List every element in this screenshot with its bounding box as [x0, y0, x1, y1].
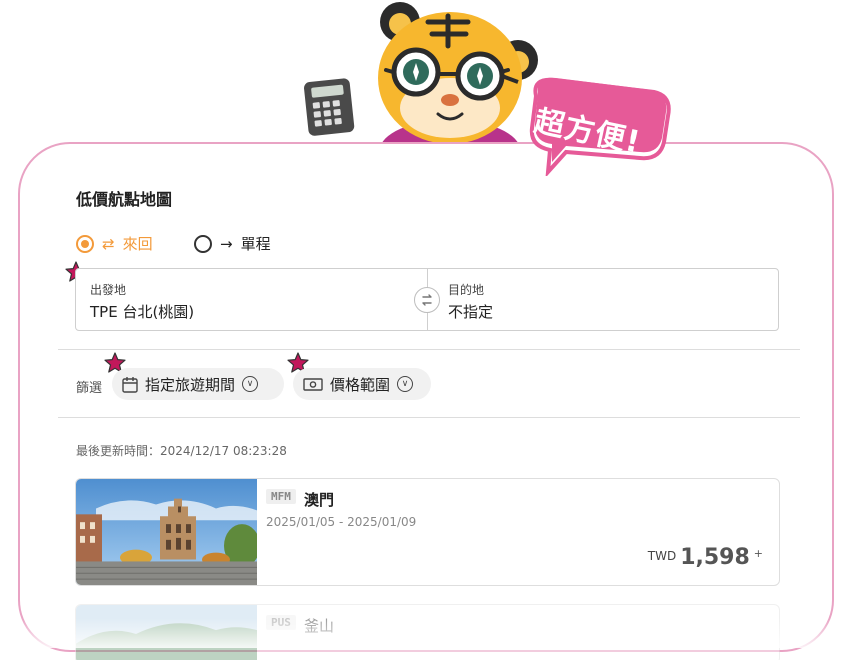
calendar-icon: [122, 376, 138, 393]
busan-photo: [76, 605, 257, 660]
radio-selected[interactable]: [76, 234, 94, 253]
divider: [58, 417, 800, 418]
destination-label: 目的地: [448, 283, 485, 297]
origin-label: 出發地: [90, 283, 127, 297]
swap-icon[interactable]: [414, 287, 440, 313]
origin-value: TPE 台北(桃園): [90, 303, 195, 321]
travel-period-label: 指定旅遊期間: [145, 375, 236, 394]
destination-card[interactable]: MFM 澳門 2025/01/05 - 2025/01/09 TWD 1,598…: [75, 478, 780, 586]
airport-code-badge: PUS: [266, 615, 296, 630]
travel-period-filter[interactable]: 指定旅遊期間 ∨: [112, 368, 284, 400]
route-selector: 出發地 TPE 台北(桃園) 目的地 不指定: [75, 268, 779, 331]
price-range-label: 價格範圍: [330, 375, 391, 394]
price-suffix: +: [753, 547, 763, 560]
round-trip-arrow-icon: ⇄: [102, 234, 115, 253]
origin-field[interactable]: 出發地 TPE 台北(桃園): [76, 269, 427, 330]
promo-screen: 超方便! 低價航點地圖 ⇄ 來回 → 單程 出發地 TPE 台北(桃園) 目的地…: [0, 0, 856, 660]
cash-icon: [303, 377, 323, 391]
destination-city: 澳門: [304, 491, 335, 509]
radio-unselected[interactable]: [194, 234, 212, 253]
one-way-arrow-icon: →: [220, 234, 233, 253]
price-amount: 1,598: [680, 545, 750, 570]
destination-city: 釜山: [304, 617, 335, 635]
travel-dates: 2025/01/05 - 2025/01/09: [266, 515, 417, 529]
airport-code-badge: MFM: [266, 489, 296, 504]
round-trip-option[interactable]: ⇄ 來回: [76, 233, 153, 254]
destination-field[interactable]: 目的地 不指定: [428, 269, 778, 330]
one-way-option[interactable]: → 單程: [194, 233, 271, 254]
price-range-filter[interactable]: 價格範圍 ∨: [293, 368, 431, 400]
macau-ruins-photo: [76, 479, 257, 585]
calculator-icon: [304, 78, 355, 136]
chevron-down-icon: ∨: [242, 376, 259, 392]
currency-code: TWD: [647, 549, 677, 563]
panel-title: 低價航點地圖: [76, 190, 173, 209]
destination-card[interactable]: PUS 釜山: [75, 604, 780, 660]
chevron-down-icon: ∨: [397, 376, 414, 392]
last-updated-text: 最後更新時間：2024/12/17 08:23:28: [76, 444, 287, 458]
filter-label: 篩選: [76, 381, 103, 396]
price-block: TWD 1,598 +: [648, 545, 763, 570]
round-trip-label: 來回: [122, 235, 153, 253]
one-way-label: 單程: [240, 235, 271, 253]
divider: [58, 349, 800, 350]
destination-value: 不指定: [448, 303, 494, 321]
swap-arrows-icon: [422, 294, 432, 306]
